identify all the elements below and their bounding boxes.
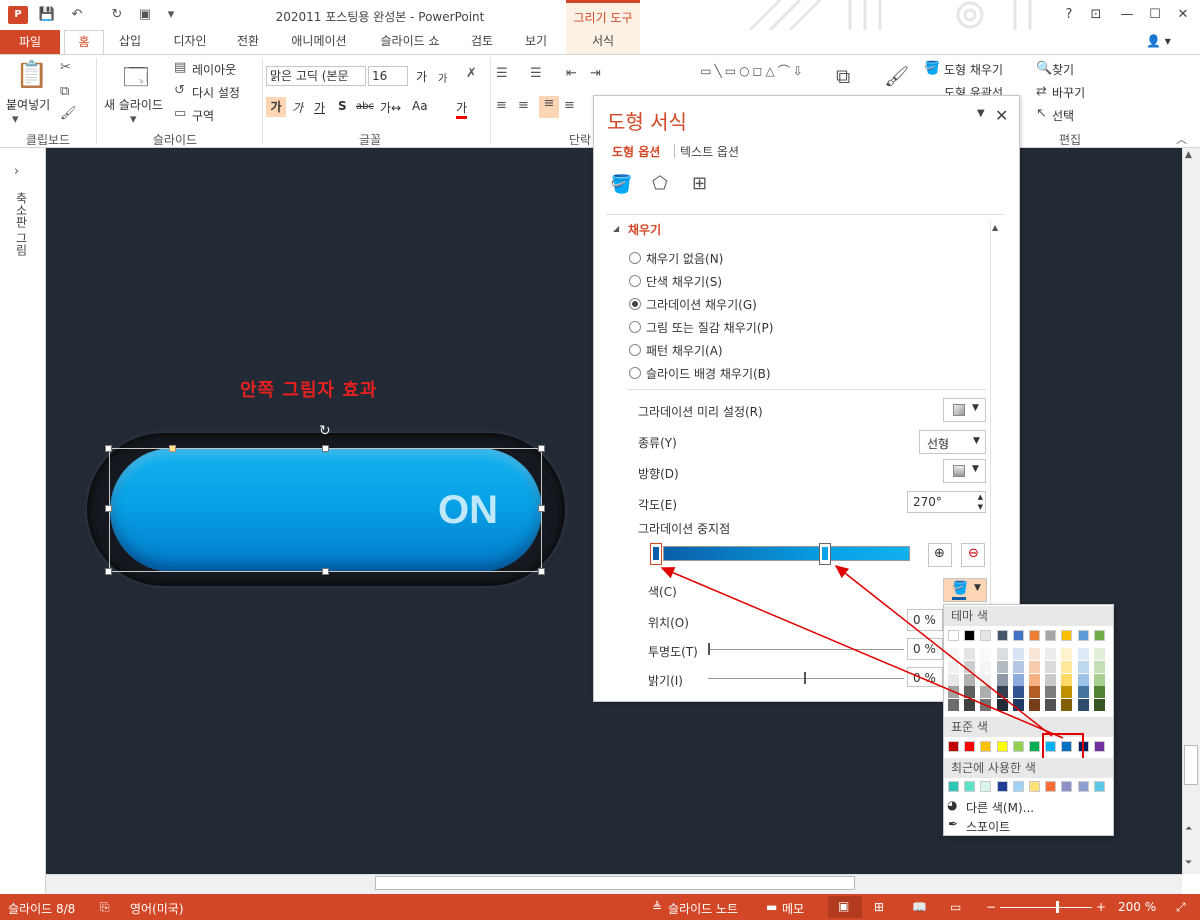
- zoom-in-icon[interactable]: +: [1096, 900, 1106, 914]
- zoom-slider-thumb[interactable]: [1056, 901, 1059, 913]
- comments-button[interactable]: 메모: [782, 900, 804, 917]
- slideshow-view-icon[interactable]: ▭: [950, 900, 961, 914]
- comments-icon: ▬: [766, 900, 778, 914]
- fit-to-window-icon[interactable]: ⤢: [1176, 900, 1186, 915]
- notes-button[interactable]: 슬라이드 노트: [668, 900, 738, 917]
- slide-sorter-view-icon[interactable]: ⊞: [874, 900, 884, 914]
- annotation-arrows: [660, 565, 1064, 739]
- zoom-level[interactable]: 200 %: [1118, 900, 1156, 914]
- slide-counter: 슬라이드 8/8: [8, 902, 76, 916]
- zoom-slider[interactable]: [1000, 907, 1092, 908]
- zoom-out-icon[interactable]: −: [986, 900, 996, 914]
- reading-view-icon[interactable]: 📖: [912, 900, 927, 914]
- language-indicator[interactable]: 영어(미국): [130, 900, 184, 917]
- normal-view-button[interactable]: ▣: [828, 896, 862, 918]
- notes-icon: ≜: [652, 900, 663, 914]
- spellcheck-icon[interactable]: ⎘: [100, 900, 110, 915]
